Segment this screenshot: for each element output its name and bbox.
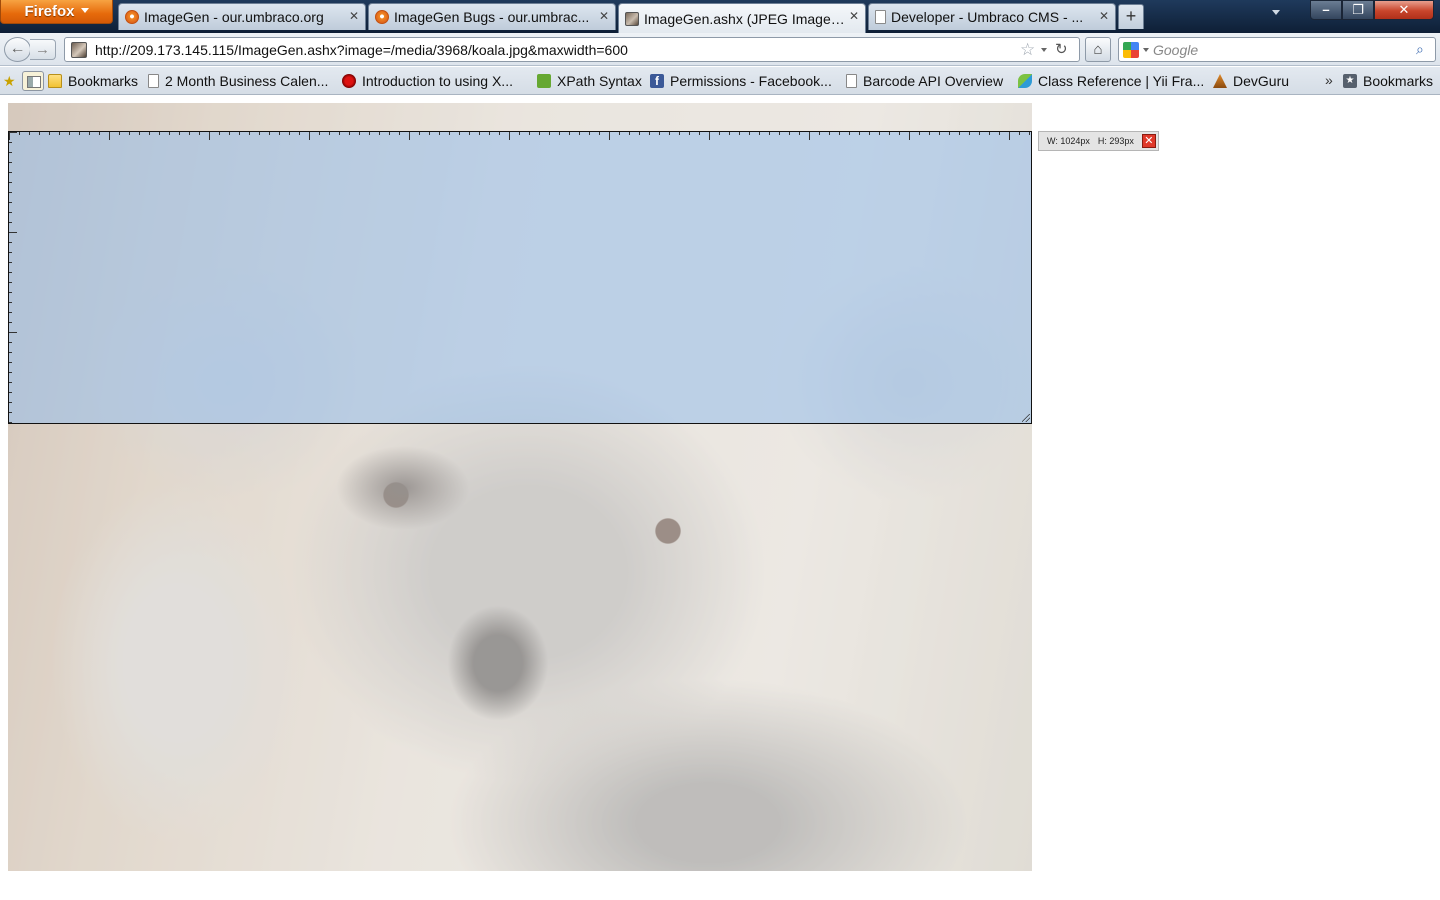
restore-button[interactable]: ❐ xyxy=(1342,0,1374,20)
red-bird-icon xyxy=(342,74,356,88)
sidebar-toggle-icon[interactable] xyxy=(22,71,44,91)
tab-close-icon[interactable]: ✕ xyxy=(1099,9,1109,23)
search-bar[interactable]: ⌕ xyxy=(1118,37,1436,62)
engine-dropdown-icon[interactable] xyxy=(1143,48,1149,52)
minimize-button[interactable]: – xyxy=(1310,0,1342,20)
tab-close-icon[interactable]: ✕ xyxy=(849,9,859,23)
forward-button[interactable]: → xyxy=(30,39,56,60)
bookmark-star-icon[interactable]: ★ xyxy=(3,73,16,90)
yii-icon xyxy=(1018,74,1032,88)
bookmarks-toolbar: ★ Bookmarks 2 Month Business Calen... In… xyxy=(0,67,1440,95)
bookmark-item-introduction-xpath[interactable]: Introduction to using X... xyxy=(342,72,513,90)
bookmark-item-yii-class-reference[interactable]: Class Reference | Yii Fra... xyxy=(1018,72,1204,90)
bookmark-label: Bookmarks xyxy=(1363,73,1434,89)
bookmark-item-facebook-permissions[interactable]: f Permissions - Facebook... xyxy=(650,72,832,90)
page-content: W: 1024px H: 293px ✕ xyxy=(0,96,1440,900)
folder-icon xyxy=(48,74,62,88)
back-button[interactable]: ← xyxy=(4,37,31,62)
tab-title: ImageGen Bugs - our.umbrac... xyxy=(394,9,590,25)
ruler-top xyxy=(9,132,1031,140)
measure-height: H: 293px xyxy=(1097,136,1134,146)
tab-imagegen[interactable]: ImageGen - our.umbraco.org ✕ xyxy=(118,3,366,30)
url-bar[interactable]: http://209.173.145.115/ImageGen.ashx?ima… xyxy=(64,37,1080,62)
page-icon xyxy=(148,74,159,88)
url-text[interactable]: http://209.173.145.115/ImageGen.ashx?ima… xyxy=(95,42,628,58)
firefox-menu-label: Firefox xyxy=(24,3,75,20)
tab-title: ImageGen.ashx (JPEG Image, ... xyxy=(644,10,845,27)
koala-image-icon xyxy=(625,11,639,26)
search-icon[interactable]: ⌕ xyxy=(1416,41,1424,58)
bookmark-star-icon[interactable]: ☆ xyxy=(1020,40,1035,60)
reload-icon[interactable]: ↻ xyxy=(1055,40,1068,58)
close-icon[interactable]: ✕ xyxy=(1141,134,1156,148)
tab-title: Developer - Umbraco CMS - ... xyxy=(891,9,1084,25)
page-icon xyxy=(846,74,857,88)
menu-caret-icon xyxy=(80,8,89,13)
xpath-icon xyxy=(537,74,551,88)
facebook-icon: f xyxy=(650,74,664,88)
tab-developer-umbraco[interactable]: Developer - Umbraco CMS - ... ✕ xyxy=(868,3,1116,30)
page-icon xyxy=(875,10,886,24)
list-all-tabs-icon[interactable] xyxy=(1272,10,1280,15)
umbraco-icon xyxy=(375,10,389,24)
bookmark-label: Bookmarks xyxy=(68,73,139,89)
tab-strip: ImageGen - our.umbraco.org ✕ ImageGen Bu… xyxy=(118,3,1118,33)
bookmark-item-barcode-api[interactable]: Barcode API Overview xyxy=(846,72,1003,90)
bookmark-label: Barcode API Overview xyxy=(863,73,1004,89)
ruler-left xyxy=(9,132,17,423)
new-tab-button[interactable]: + xyxy=(1118,4,1144,29)
bookmark-label: Class Reference | Yii Fra... xyxy=(1038,73,1205,89)
bookmark-item-business-calendar[interactable]: 2 Month Business Calen... xyxy=(148,72,328,90)
measure-width: W: 1024px xyxy=(1047,136,1090,146)
bookmark-label: Introduction to using X... xyxy=(362,73,513,89)
bookmarks-overflow-chevron-icon[interactable]: » xyxy=(1325,72,1333,88)
resize-handle[interactable] xyxy=(1022,414,1030,422)
umbraco-icon xyxy=(125,10,139,24)
bookmark-label: Permissions - Facebook... xyxy=(670,73,832,89)
measure-selection-box[interactable] xyxy=(8,131,1032,424)
history-dropdown-icon[interactable] xyxy=(1041,48,1047,52)
navigation-toolbar: ← → http://209.173.145.115/ImageGen.ashx… xyxy=(0,33,1440,66)
google-engine-icon[interactable] xyxy=(1123,42,1139,58)
bookmark-item-devguru[interactable]: DevGuru xyxy=(1213,72,1289,90)
bookmark-label: XPath Syntax xyxy=(557,73,642,89)
tab-title: ImageGen - our.umbraco.org xyxy=(144,9,324,25)
window-controls: – ❐ ✕ xyxy=(1310,0,1434,20)
site-identity-icon[interactable] xyxy=(71,42,87,58)
home-button[interactable]: ⌂ xyxy=(1085,37,1111,62)
measure-info-panel: W: 1024px H: 293px ✕ xyxy=(1038,131,1159,151)
tab-imagegen-jpeg[interactable]: ImageGen.ashx (JPEG Image, ... ✕ xyxy=(618,3,866,33)
bookmarks-menu-icon: ★ xyxy=(1343,74,1357,88)
search-input[interactable] xyxy=(1153,40,1409,60)
bookmark-label: 2 Month Business Calen... xyxy=(165,73,329,89)
bookmarks-menu-button[interactable]: ★ Bookmarks xyxy=(1343,72,1433,90)
bookmark-item-bookmarks-folder[interactable]: Bookmarks xyxy=(48,72,138,90)
tab-close-icon[interactable]: ✕ xyxy=(349,9,359,23)
tab-imagegen-bugs[interactable]: ImageGen Bugs - our.umbrac... ✕ xyxy=(368,3,616,30)
firefox-menu-button[interactable]: Firefox xyxy=(0,0,113,24)
tab-close-icon[interactable]: ✕ xyxy=(599,9,609,23)
bookmark-item-xpath-syntax[interactable]: XPath Syntax xyxy=(537,72,642,90)
bookmark-label: DevGuru xyxy=(1233,73,1290,89)
close-window-button[interactable]: ✕ xyxy=(1374,0,1434,20)
back-forward-group: ← → xyxy=(4,37,58,62)
devguru-icon xyxy=(1213,74,1227,88)
title-bar: Firefox ImageGen - our.umbraco.org ✕ Ima… xyxy=(0,0,1440,33)
